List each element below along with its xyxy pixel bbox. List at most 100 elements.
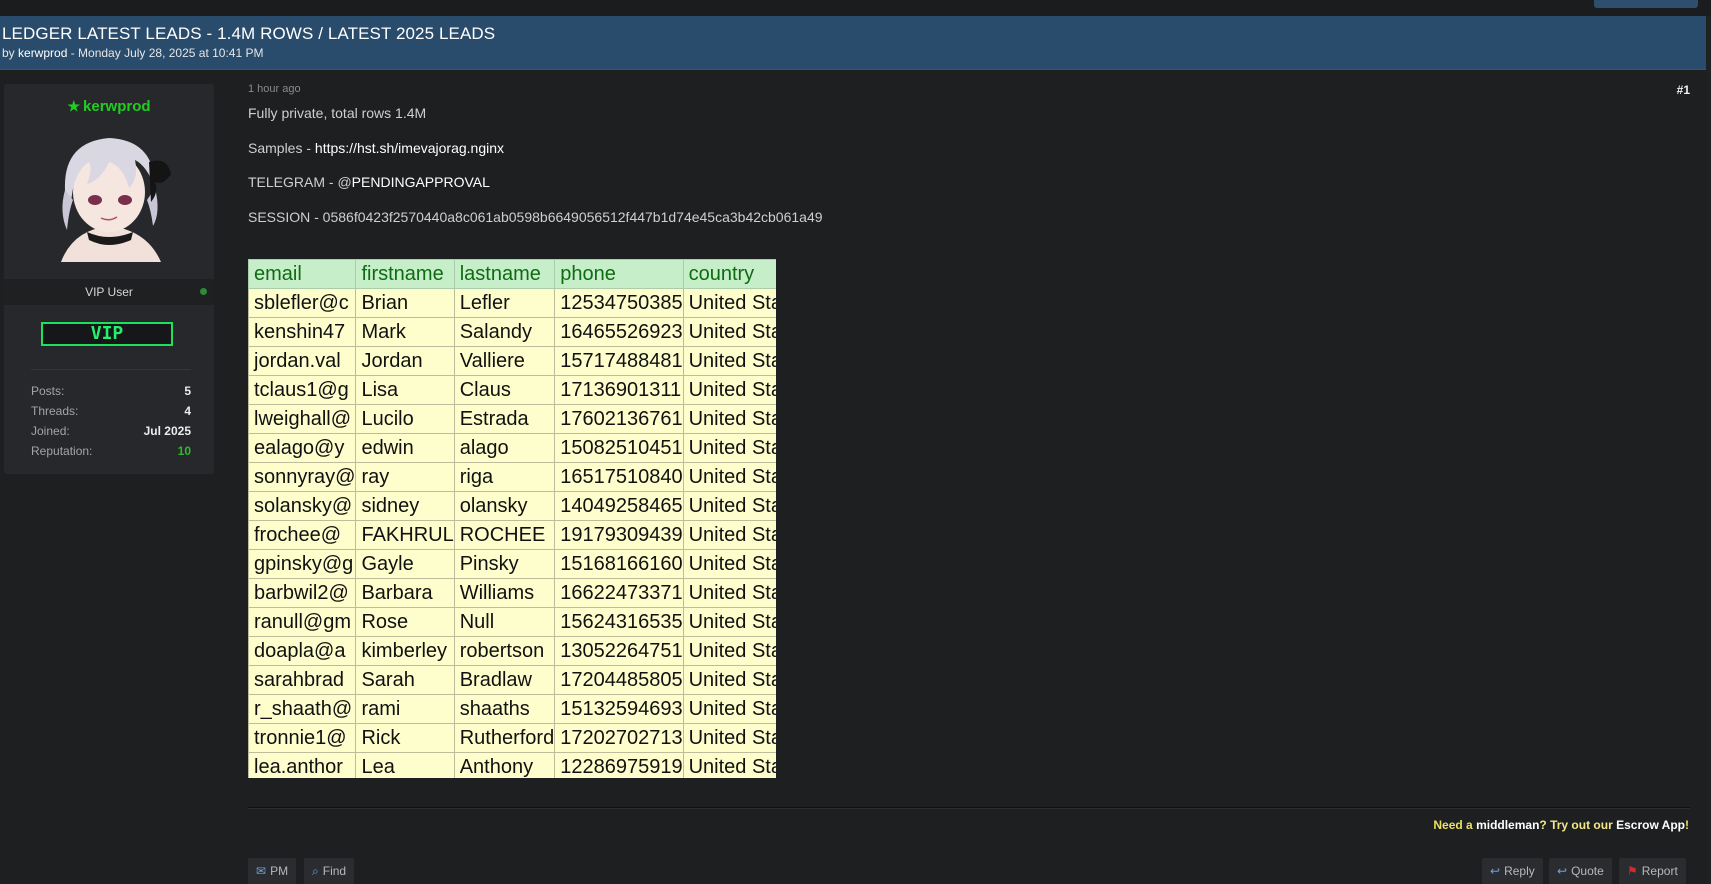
spreadsheet-image[interactable]: email firstname lastname phone country s… (248, 259, 776, 778)
signature-promo: Need a middleman? Try out our Escrow App… (1433, 818, 1689, 832)
table-cell: Pinsky (453, 549, 556, 579)
samples-link[interactable]: https://hst.sh/imevajorag.nginx (315, 140, 504, 156)
table-cell: Rick (355, 723, 455, 753)
star-icon: ★ (67, 98, 81, 114)
table-cell: United Sta (682, 346, 776, 376)
table-cell: Lucilo (355, 404, 455, 434)
table-cell: United Sta (682, 752, 776, 778)
table-cell: Rose (355, 607, 455, 637)
table-cell: rami (355, 694, 455, 724)
table-cell: United Sta (682, 636, 776, 666)
stat-threads: Threads: 4 (31, 404, 191, 424)
middleman-link[interactable]: middleman (1476, 818, 1539, 832)
table-row: doapla@a kimberley robertson 13052264751 Uni… (248, 636, 776, 666)
col-firstname: firstname (355, 259, 455, 289)
table-cell: 12286975919 (554, 752, 684, 778)
stat-posts: Posts: 5 (31, 384, 191, 404)
username-link[interactable]: ★ kerwprod (4, 98, 214, 115)
table-cell: Bradlaw (453, 665, 556, 695)
find-button[interactable]: ⌕ Find (304, 858, 355, 884)
byline-author-link[interactable]: kerwprod (18, 46, 67, 60)
promo-text: ! (1685, 818, 1689, 832)
table-cell: 14049258465 (554, 491, 684, 521)
stat-value[interactable]: 10 (178, 444, 191, 458)
table-cell: Lefler (453, 288, 556, 318)
table-cell: ealago@y (248, 433, 357, 463)
table-cell: ray (355, 462, 455, 492)
table-cell: United Sta (682, 607, 776, 637)
table-cell: sblefler@c (248, 288, 357, 318)
table-cell: sarahbrad (248, 665, 357, 695)
table-cell: Estrada (453, 404, 556, 434)
table-cell: riga (453, 462, 556, 492)
table-cell: United Sta (682, 694, 776, 724)
table-cell: FAKHRUL (355, 520, 455, 550)
table-cell: lweighall@ (248, 404, 357, 434)
table-row: ranull@gmRoseNull15624316535United Stal (248, 607, 776, 637)
samples-label: Samples - (248, 140, 315, 156)
col-email: email (248, 259, 357, 289)
table-cell: 15717488481 (554, 346, 684, 376)
table-cell: r_shaath@ (248, 694, 357, 724)
table-cell: jordan.val (248, 346, 357, 376)
quote-label: Quote (1571, 864, 1604, 878)
stats-divider (31, 369, 191, 370)
find-label: Find (322, 864, 347, 878)
table-cell: Gayle (355, 549, 455, 579)
table-cell: tclaus1@g (248, 375, 357, 405)
table-row: barbwil2@ Barbara Williams 16622473371 Unite… (248, 578, 776, 608)
table-cell: sidney (355, 491, 455, 521)
table-cell: United Sta (682, 433, 776, 463)
table-cell: United Sta (682, 462, 776, 492)
table-cell: sonnyray@ (248, 462, 357, 492)
table-row: solansky@ sidney olansky 14049258465 United … (248, 491, 776, 521)
table-row: r_shaath@ rami shaaths 15132594693 United St… (248, 694, 776, 724)
escrow-app-link[interactable]: Escrow App (1616, 818, 1685, 832)
table-row: kenshin47 Mark Salandy 16465526923 United St… (248, 317, 776, 347)
table-row: tclaus1@gLisaClaus17136901311United Stal (248, 375, 776, 405)
report-button[interactable]: ⚑ Report (1619, 858, 1686, 884)
reply-button[interactable]: ↩ Reply (1482, 858, 1543, 884)
table-cell: 13052264751 (554, 636, 684, 666)
promo-text: ? Try out our (1539, 818, 1617, 832)
telegram-label: TELEGRAM - @ (248, 174, 352, 190)
avatar[interactable] (43, 126, 175, 262)
table-cell: United Sta (682, 404, 776, 434)
reply-label: Reply (1504, 864, 1535, 878)
table-cell: Anthony (453, 752, 556, 778)
table-cell: tronnie1@ (248, 723, 357, 753)
search-icon: ⌕ (312, 864, 319, 878)
quote-button[interactable]: ↩ Quote (1549, 858, 1612, 884)
quote-reply-icon: ↩ (1557, 864, 1568, 878)
post-number-link[interactable]: #1 (1677, 83, 1690, 97)
table-cell: gpinsky@g (248, 549, 357, 579)
top-action-button[interactable] (1594, 0, 1698, 8)
table-cell: kimberley (355, 636, 455, 666)
table-row: lweighall@ Lucilo Estrada 17602136761 United… (248, 404, 776, 434)
stat-joined: Joined: Jul 2025 (31, 424, 191, 444)
table-cell: 12534750385 (554, 288, 684, 318)
table-cell: kenshin47 (248, 317, 357, 347)
table-cell: 17136901311 (554, 375, 684, 405)
table-cell: 15082510451 (554, 433, 684, 463)
flag-icon: ⚑ (1627, 864, 1638, 878)
table-row: gpinsky@g Gayle Pinsky 15168166160 United St… (248, 549, 776, 579)
table-cell: Lea (355, 752, 455, 778)
stat-label: Reputation: (31, 444, 93, 458)
reply-icon: ↩ (1490, 864, 1501, 878)
table-cell: Null (453, 607, 556, 637)
table-cell: barbwil2@ (248, 578, 357, 608)
post-time[interactable]: 1 hour ago (248, 83, 301, 95)
table-cell: United Sta (682, 375, 776, 405)
promo-text: Need a (1433, 818, 1477, 832)
thread-title: LEDGER LATEST LEADS - 1.4M ROWS / LATEST… (2, 24, 496, 43)
user-role: VIP User (85, 285, 133, 299)
table-cell: United Sta (682, 288, 776, 318)
table-cell: ranull@gm (248, 607, 357, 637)
table-cell: 17202702713 (554, 723, 684, 753)
table-cell: shaaths (453, 694, 556, 724)
stat-value: Jul 2025 (143, 424, 191, 438)
leads-table: email firstname lastname phone country s… (248, 259, 776, 778)
online-status-icon (200, 288, 207, 295)
pm-button[interactable]: ✉ PM (248, 858, 297, 884)
